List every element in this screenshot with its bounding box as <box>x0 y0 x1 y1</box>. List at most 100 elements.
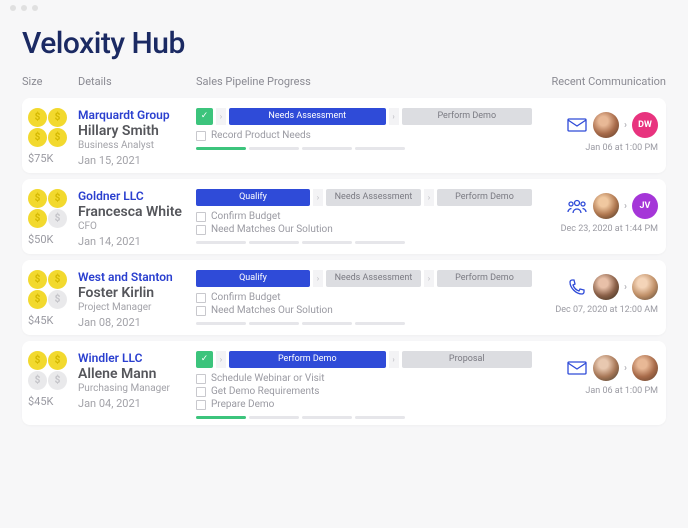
content-area: Veloxity Hub Size Details Sales Pipeline… <box>0 18 688 425</box>
avatar[interactable] <box>632 274 658 300</box>
details-cell: Marquardt GroupHillary SmithBusiness Ana… <box>78 108 196 167</box>
task-label: Confirm Budget <box>211 211 281 222</box>
task-label: Get Demo Requirements <box>211 386 319 397</box>
task-checkbox[interactable] <box>196 293 206 303</box>
company-link[interactable]: Goldner LLC <box>78 189 196 203</box>
stage-next[interactable]: Needs Assessment <box>326 189 421 206</box>
task-list: Record Product Needs <box>196 130 532 141</box>
task-checkbox[interactable] <box>196 387 206 397</box>
progress-segment <box>196 322 246 325</box>
deal-row[interactable]: $$$$ $45KWest and StantonFoster KirlinPro… <box>22 260 666 335</box>
company-link[interactable]: Marquardt Group <box>78 108 196 122</box>
coin-icon: $ <box>28 108 47 127</box>
comm-cell: ›DWJan 06 at 1:00 PM <box>540 108 666 167</box>
task-item: Need Matches Our Solution <box>196 224 532 235</box>
window-dot[interactable] <box>32 5 38 11</box>
avatar-badge[interactable]: DW <box>632 112 658 138</box>
task-checkbox[interactable] <box>196 225 206 235</box>
task-item: Record Product Needs <box>196 130 532 141</box>
company-link[interactable]: Windler LLC <box>78 351 196 365</box>
details-cell: West and StantonFoster KirlinProject Man… <box>78 270 196 329</box>
avatar[interactable] <box>593 112 619 138</box>
stage-active[interactable]: Perform Demo <box>229 351 386 368</box>
coin-icon: $ <box>48 209 67 228</box>
avatar[interactable] <box>593 355 619 381</box>
task-label: Need Matches Our Solution <box>211 224 333 235</box>
stage-row: Qualify›Needs Assessment›Perform Demo <box>196 270 532 287</box>
coin-icon: $ <box>48 371 67 390</box>
progress-bar <box>196 322 532 325</box>
header-comm: Recent Communication <box>540 75 666 88</box>
window-dot[interactable] <box>21 5 27 11</box>
comm-row[interactable]: › <box>566 274 658 300</box>
avatar[interactable] <box>593 193 619 219</box>
deal-amount: $45K <box>28 314 78 327</box>
details-cell: Goldner LLCFrancesca WhiteCFOJan 14, 202… <box>78 189 196 248</box>
comm-row[interactable]: › DW <box>566 112 658 138</box>
deal-amount: $45K <box>28 395 78 408</box>
window-dot[interactable] <box>10 5 16 11</box>
task-checkbox[interactable] <box>196 306 206 316</box>
progress-segment <box>196 241 246 244</box>
progress-segment <box>302 416 352 419</box>
progress-segment <box>355 322 405 325</box>
comm-cell: ›JVDec 23, 2020 at 1:44 PM <box>540 189 666 248</box>
comm-row[interactable]: ›JV <box>566 193 658 219</box>
stage-done[interactable]: ✓ <box>196 108 213 125</box>
comm-row[interactable]: › <box>566 355 658 381</box>
comm-date: Dec 07, 2020 at 12:00 AM <box>555 305 658 315</box>
deal-date: Jan 04, 2021 <box>78 397 196 410</box>
task-checkbox[interactable] <box>196 131 206 141</box>
people-icon <box>566 195 588 217</box>
task-item: Confirm Budget <box>196 211 532 222</box>
deal-row[interactable]: $$$$$45KWindler LLCAllene MannPurchasing… <box>22 341 666 425</box>
stage-next[interactable]: Proposal <box>402 351 532 368</box>
coin-icon: $ <box>28 189 47 208</box>
task-label: Schedule Webinar or Visit <box>211 373 325 384</box>
stage-next[interactable]: Perform Demo <box>402 108 532 125</box>
company-link[interactable]: West and Stanton <box>78 270 196 284</box>
pipeline-cell: Qualify›Needs Assessment›Perform DemoCon… <box>196 189 540 248</box>
progress-bar <box>196 241 532 244</box>
progress-segment <box>302 241 352 244</box>
pipeline-cell: ✓›Perform Demo›ProposalSchedule Webinar … <box>196 351 540 419</box>
coin-icon: $ <box>48 108 67 127</box>
task-checkbox[interactable] <box>196 400 206 410</box>
mail-icon <box>566 357 588 379</box>
task-item: Confirm Budget <box>196 292 532 303</box>
chevron-right-icon: › <box>313 270 323 287</box>
column-headers: Size Details Sales Pipeline Progress Rec… <box>22 75 666 92</box>
details-cell: Windler LLCAllene MannPurchasing Manager… <box>78 351 196 419</box>
task-label: Need Matches Our Solution <box>211 305 333 316</box>
deal-row[interactable]: $$$$$75KMarquardt GroupHillary SmithBusi… <box>22 98 666 173</box>
app-window: Veloxity Hub Size Details Sales Pipeline… <box>0 0 688 528</box>
progress-segment <box>355 416 405 419</box>
progress-segment <box>249 147 299 150</box>
chevron-right-icon: › <box>389 351 399 368</box>
progress-segment <box>249 241 299 244</box>
stage-next[interactable]: Perform Demo <box>437 189 532 206</box>
pipeline-cell: ✓›Needs Assessment›Perform DemoRecord Pr… <box>196 108 540 167</box>
stage-next[interactable]: Perform Demo <box>437 270 532 287</box>
coin-grid: $$$$ <box>28 189 72 229</box>
coin-icon: $ <box>48 351 67 370</box>
avatar[interactable] <box>593 274 619 300</box>
deal-date: Jan 14, 2021 <box>78 235 196 248</box>
chevron-right-icon: › <box>624 120 627 131</box>
stage-done[interactable]: ✓ <box>196 351 213 368</box>
contact-role: Purchasing Manager <box>78 383 196 394</box>
coin-grid: $$$$ <box>28 270 72 310</box>
task-checkbox[interactable] <box>196 212 206 222</box>
avatar-badge[interactable]: JV <box>632 193 658 219</box>
deal-row[interactable]: $$$$$50KGoldner LLCFrancesca WhiteCFOJan… <box>22 179 666 254</box>
progress-segment <box>355 241 405 244</box>
stage-next[interactable]: Needs Assessment <box>326 270 421 287</box>
stage-active[interactable]: Needs Assessment <box>229 108 386 125</box>
progress-segment <box>302 147 352 150</box>
contact-name: Francesca White <box>78 204 196 220</box>
task-checkbox[interactable] <box>196 374 206 384</box>
task-list: Schedule Webinar or Visit Get Demo Requir… <box>196 373 532 410</box>
stage-active[interactable]: Qualify <box>196 270 310 287</box>
stage-active[interactable]: Qualify <box>196 189 310 206</box>
avatar[interactable] <box>632 355 658 381</box>
